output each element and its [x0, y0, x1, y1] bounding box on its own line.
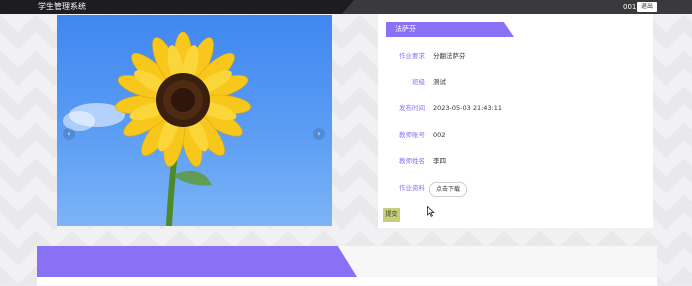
label-teacher-name: 教师姓名: [399, 157, 425, 165]
lower-section-ribbon: [37, 246, 357, 277]
label-publish-time: 发布时间: [399, 104, 425, 112]
detail-title: 法萨芬: [395, 25, 416, 33]
image-carousel[interactable]: ‹ ›: [57, 15, 332, 226]
value-class: 测试: [433, 78, 446, 86]
value-teacher-account: 002: [433, 131, 446, 139]
app-title: 学生管理系统: [38, 2, 86, 11]
submit-button[interactable]: 提交: [383, 208, 400, 222]
current-user-id: 001: [623, 3, 637, 11]
label-requirement: 作业要求: [399, 52, 425, 60]
label-class: 班级: [412, 78, 425, 86]
top-navbar: [0, 0, 692, 14]
mouse-cursor-icon: [427, 206, 435, 217]
sunflower-image: [63, 31, 251, 226]
value-requirement: 分翻法萨芬: [433, 52, 466, 60]
value-teacher-name: 李四: [433, 157, 446, 165]
carousel-next-icon[interactable]: ›: [313, 128, 325, 140]
logout-button[interactable]: 退出: [637, 2, 657, 12]
label-teacher-account: 教师账号: [399, 131, 425, 139]
label-materials: 作业资料: [399, 184, 425, 192]
assignment-detail-panel: [378, 14, 653, 228]
value-publish-time: 2023-05-03 21:43:11: [433, 104, 503, 112]
download-button[interactable]: 点击下载: [429, 182, 467, 197]
carousel-prev-icon[interactable]: ‹: [63, 128, 75, 140]
